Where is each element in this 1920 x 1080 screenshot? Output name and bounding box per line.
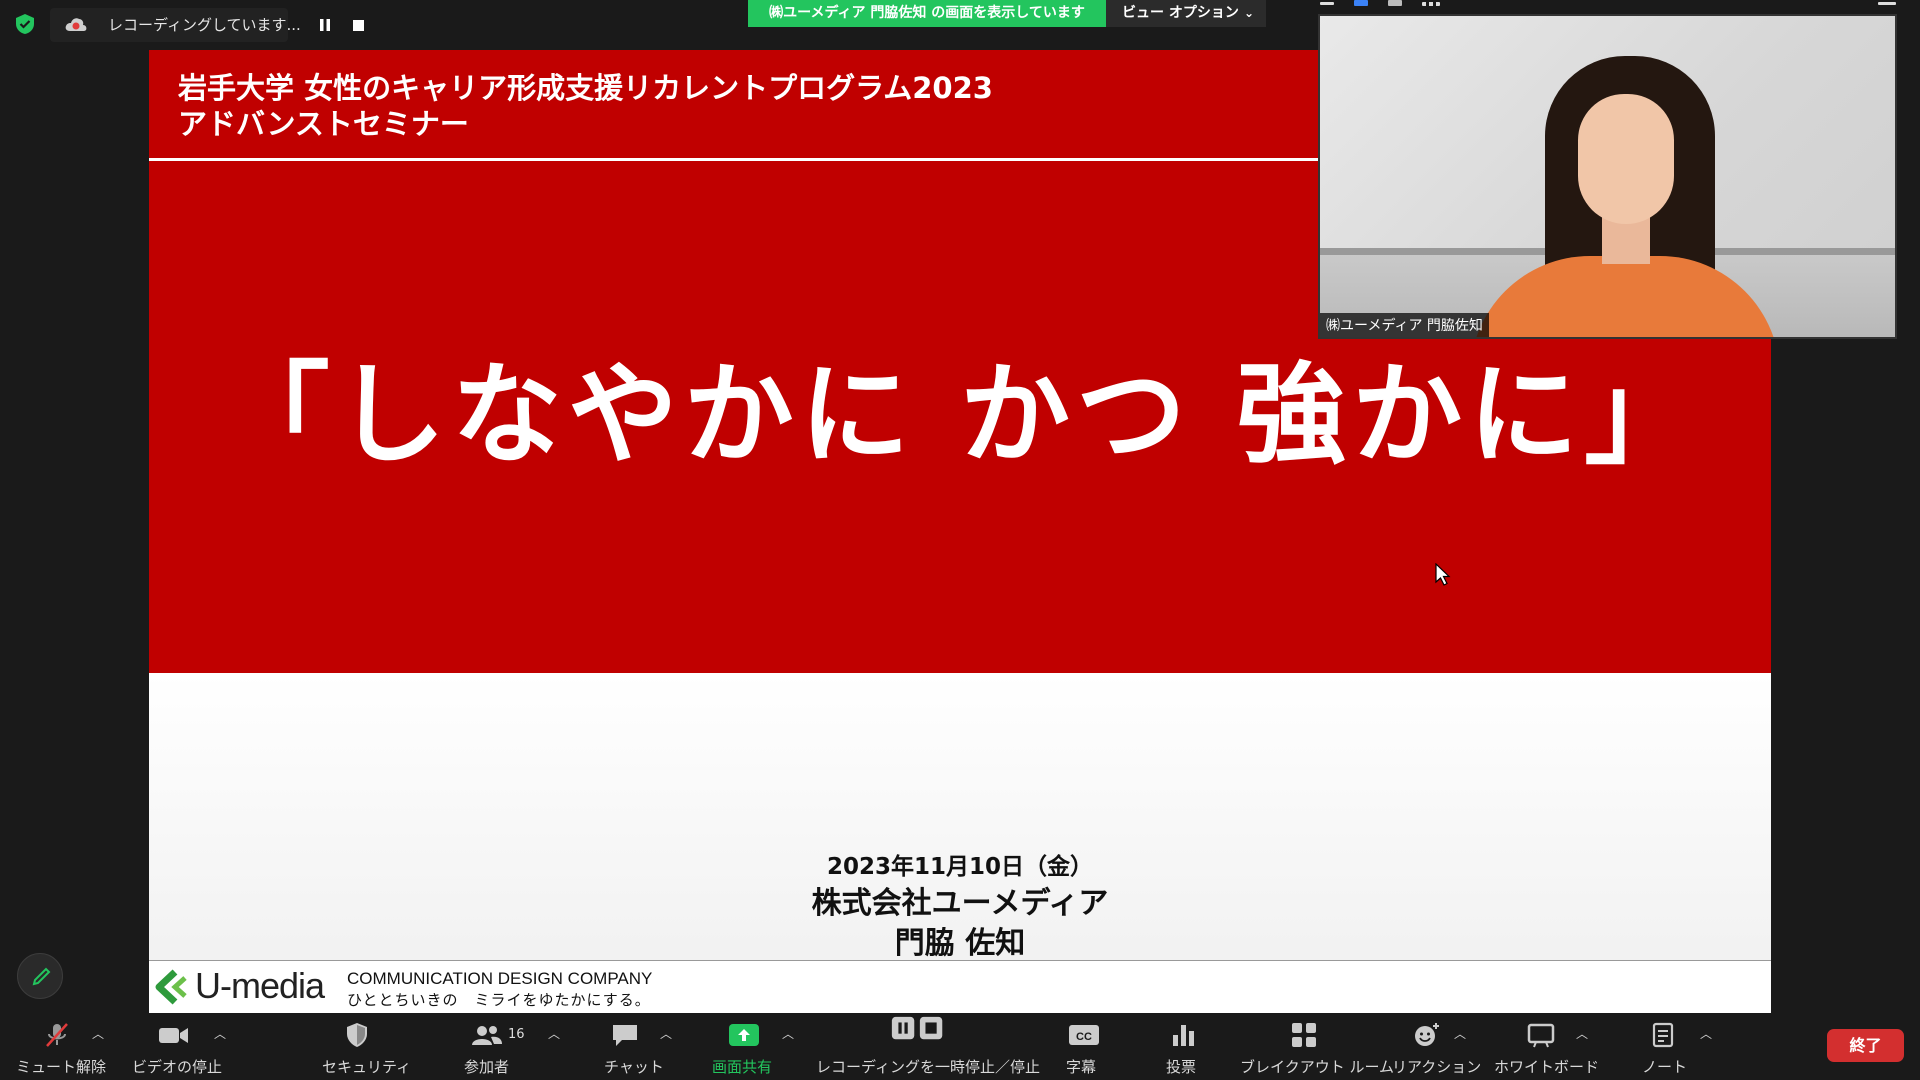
annotate-button[interactable]: [17, 953, 63, 999]
share-options-caret[interactable]: ︿: [782, 1025, 794, 1042]
captions-button[interactable]: CC 字幕: [1060, 1013, 1110, 1080]
participant-face: [1578, 94, 1674, 224]
participant-video[interactable]: ㈱ユーメディア 門脇佐知: [1318, 14, 1897, 339]
maximize-icon[interactable]: [1878, 2, 1896, 5]
chat-label: チャット: [604, 1058, 664, 1076]
slide-divider: [149, 158, 1321, 161]
pause-recording-icon[interactable]: [318, 18, 332, 32]
gallery-view-icon[interactable]: [1388, 0, 1402, 6]
pencil-icon: [32, 967, 51, 986]
breakout-rooms-label: ブレイクアウト ルーム: [1240, 1058, 1395, 1076]
footer-tagline: ひととちいきの ミライをゆたかにする。: [347, 991, 651, 1009]
pause-stop-recording-icon: [891, 1016, 943, 1040]
captions-label: 字幕: [1066, 1058, 1097, 1076]
slide-header-line1: 岩手大学 女性のキャリア形成支援リカレントプログラム2023: [178, 71, 993, 105]
recording-control-button[interactable]: レコーディングを一時停止／停止: [812, 1013, 1040, 1080]
stop-video-label: ビデオの停止: [132, 1058, 223, 1076]
slide-title: 「しなやかに かつ 強かに」: [219, 351, 1701, 479]
slide-company: 株式会社ユーメディア: [811, 886, 1109, 921]
security-label: セキュリティ: [322, 1058, 412, 1076]
notes-options-caret[interactable]: ︿: [1700, 1025, 1712, 1042]
mouse-pointer-icon: [1435, 563, 1451, 586]
stop-recording-icon[interactable]: [353, 20, 364, 31]
shield-icon: [347, 1023, 367, 1047]
share-screen-label: 画面共有: [712, 1058, 773, 1076]
notes-button[interactable]: ノート: [1638, 1013, 1698, 1080]
slide-header: 岩手大学 女性のキャリア形成支援リカレントプログラム2023 アドバンストセミナ…: [178, 70, 993, 142]
slide-header-line2: アドバンストセミナー: [178, 107, 469, 141]
closed-captions-icon: CC: [1069, 1025, 1099, 1045]
umedia-logo-icon: [155, 969, 187, 1005]
muted-microphone-icon: [46, 1023, 68, 1047]
minimize-icon[interactable]: [1320, 2, 1334, 5]
video-options-caret[interactable]: ︿: [214, 1025, 226, 1042]
meeting-toolbar: ミュート解除 ︿ ビデオの停止 ︿ セキュリティ 16 参加者 ︿ チャット ︿…: [0, 1013, 1920, 1080]
video-camera-icon: [159, 1028, 188, 1043]
more-options-icon[interactable]: [1422, 2, 1440, 6]
unmute-label: ミュート解除: [16, 1058, 107, 1076]
video-panel-toolbar: [1320, 0, 1920, 12]
breakout-rooms-icon: [1292, 1023, 1316, 1047]
chat-bubble-icon: [613, 1025, 637, 1046]
cloud-recording-icon: [65, 18, 87, 31]
polls-label: 投票: [1166, 1058, 1197, 1076]
share-screen-button[interactable]: 画面共有: [708, 1013, 784, 1080]
slide-presenter: 門脇 佐知: [894, 926, 1026, 961]
speaker-view-icon[interactable]: [1354, 0, 1368, 6]
participant-name: ㈱ユーメディア 門脇佐知: [1320, 313, 1489, 337]
end-meeting-button[interactable]: 終了: [1827, 1029, 1904, 1062]
breakout-rooms-button[interactable]: ブレイクアウト ルーム: [1236, 1013, 1394, 1080]
whiteboard-button[interactable]: ホワイトボード: [1492, 1013, 1599, 1080]
notes-icon: [1652, 1022, 1674, 1048]
svg-text:CC: CC: [1076, 1031, 1092, 1043]
whiteboard-icon: [1527, 1023, 1555, 1048]
security-shield-icon[interactable]: [14, 13, 36, 35]
view-options-label: ビュー オプション: [1122, 5, 1239, 21]
chat-options-caret[interactable]: ︿: [660, 1025, 672, 1042]
participants-button[interactable]: 16 参加者: [460, 1013, 540, 1080]
security-button[interactable]: セキュリティ: [318, 1013, 411, 1080]
reactions-button[interactable]: リアクション: [1386, 1013, 1481, 1080]
recording-control-label: レコーディングを一時停止／停止: [816, 1058, 1040, 1076]
chevron-down-icon: ⌄: [1243, 6, 1254, 20]
recording-status: レコーディングしています...: [108, 16, 301, 34]
screen-share-banner: ㈱ユーメディア 門脇佐知 の画面を表示しています: [748, 0, 1106, 27]
unmute-button[interactable]: ミュート解除: [10, 1013, 106, 1080]
participants-label: 参加者: [464, 1058, 510, 1076]
slide-info: 2023年11月10日（金） 株式会社ユーメディア 門脇 佐知: [149, 850, 1771, 964]
notes-label: ノート: [1642, 1058, 1688, 1076]
audio-options-caret[interactable]: ︿: [92, 1025, 104, 1042]
chat-button[interactable]: チャット: [600, 1013, 670, 1080]
slide-date: 2023年11月10日（金）: [826, 854, 1094, 880]
reactions-options-caret[interactable]: ︿: [1454, 1025, 1466, 1042]
participants-options-caret[interactable]: ︿: [548, 1025, 560, 1042]
reactions-label: リアクション: [1392, 1058, 1482, 1076]
view-options-button[interactable]: ビュー オプション ⌄: [1106, 0, 1266, 27]
participants-count: 16: [508, 1027, 525, 1042]
logo-text: U-media: [195, 965, 325, 1006]
share-screen-icon: [729, 1024, 759, 1046]
reaction-smiley-icon: [1415, 1023, 1439, 1046]
slide-footer: U-media COMMUNICATION DESIGN COMPANY ひとと…: [149, 960, 1771, 1013]
polls-button[interactable]: 投票: [1160, 1013, 1210, 1080]
footer-company: COMMUNICATION DESIGN COMPANY: [347, 969, 653, 988]
poll-chart-icon: [1173, 1025, 1194, 1046]
participants-icon: [472, 1026, 502, 1045]
whiteboard-options-caret[interactable]: ︿: [1576, 1025, 1588, 1042]
stop-video-button[interactable]: ビデオの停止: [128, 1013, 222, 1080]
whiteboard-label: ホワイトボード: [1494, 1058, 1600, 1076]
